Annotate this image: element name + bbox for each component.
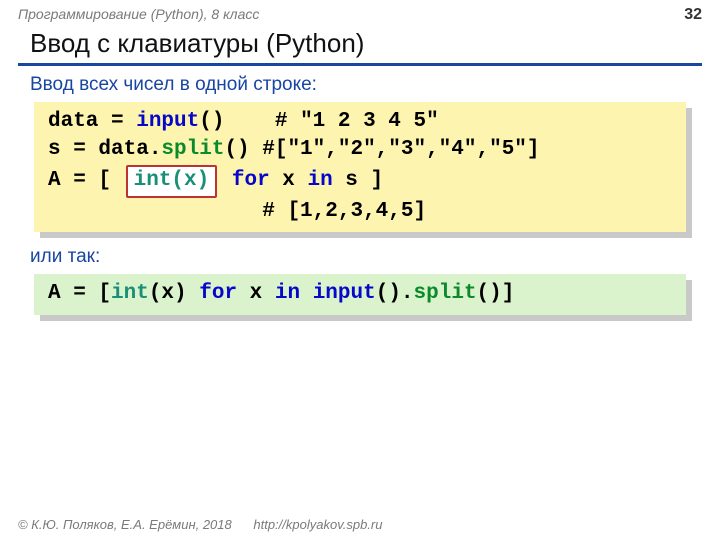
code-text: x xyxy=(237,282,275,305)
kw-split: split xyxy=(161,138,224,161)
code-text: (). xyxy=(376,282,414,305)
code-text: () xyxy=(199,110,275,133)
code-comment: #["1","2","3","4","5"] xyxy=(262,138,539,161)
slide-header: Программирование (Python), 8 класс 32 xyxy=(0,0,720,24)
kw-in: in xyxy=(307,169,332,192)
code-comment: # [1,2,3,4,5] xyxy=(262,200,426,223)
code-text: () xyxy=(224,138,262,161)
kw-for: for xyxy=(232,169,270,192)
code-text: A = [ xyxy=(48,169,124,192)
code-text: ()] xyxy=(477,282,515,305)
code-text: s = data. xyxy=(48,138,161,161)
code-body-1: data = input() # "1 2 3 4 5" s = data.sp… xyxy=(34,102,686,232)
title-rule xyxy=(18,63,702,66)
code-text: s ] xyxy=(333,169,383,192)
code-body-2: A = [int(x) for x in input().split()] xyxy=(34,274,686,314)
page-number: 32 xyxy=(684,6,702,24)
code-text: (x) xyxy=(149,282,199,305)
course-label: Программирование (Python), 8 класс xyxy=(18,6,259,22)
code-comment: # "1 2 3 4 5" xyxy=(275,110,439,133)
subtitle: Ввод всех чисел в одной строке: xyxy=(0,72,720,102)
code-pad xyxy=(48,200,262,223)
code-block-1: data = input() # "1 2 3 4 5" s = data.sp… xyxy=(34,102,686,232)
footer-link: http://kpolyakov.spb.ru xyxy=(253,517,382,532)
code-text: x xyxy=(270,169,308,192)
kw-input: input xyxy=(136,110,199,133)
kw-input: input xyxy=(313,282,376,305)
highlight-box: int(x) xyxy=(126,165,218,198)
slide-footer: © К.Ю. Поляков, Е.А. Ерёмин, 2018 http:/… xyxy=(18,517,382,532)
kw-in: in xyxy=(275,282,300,305)
or-so-label: или так: xyxy=(0,240,720,274)
kw-for: for xyxy=(199,282,237,305)
kw-int: int xyxy=(111,282,149,305)
code-text xyxy=(300,282,313,305)
copyright: © К.Ю. Поляков, Е.А. Ерёмин, 2018 xyxy=(18,517,232,532)
code-block-2: A = [int(x) for x in input().split()] xyxy=(34,274,686,314)
code-text: data = xyxy=(48,110,136,133)
code-text: A = [ xyxy=(48,282,111,305)
kw-split: split xyxy=(414,282,477,305)
page-title: Ввод с клавиатуры (Python) xyxy=(0,24,720,61)
code-text xyxy=(219,169,232,192)
